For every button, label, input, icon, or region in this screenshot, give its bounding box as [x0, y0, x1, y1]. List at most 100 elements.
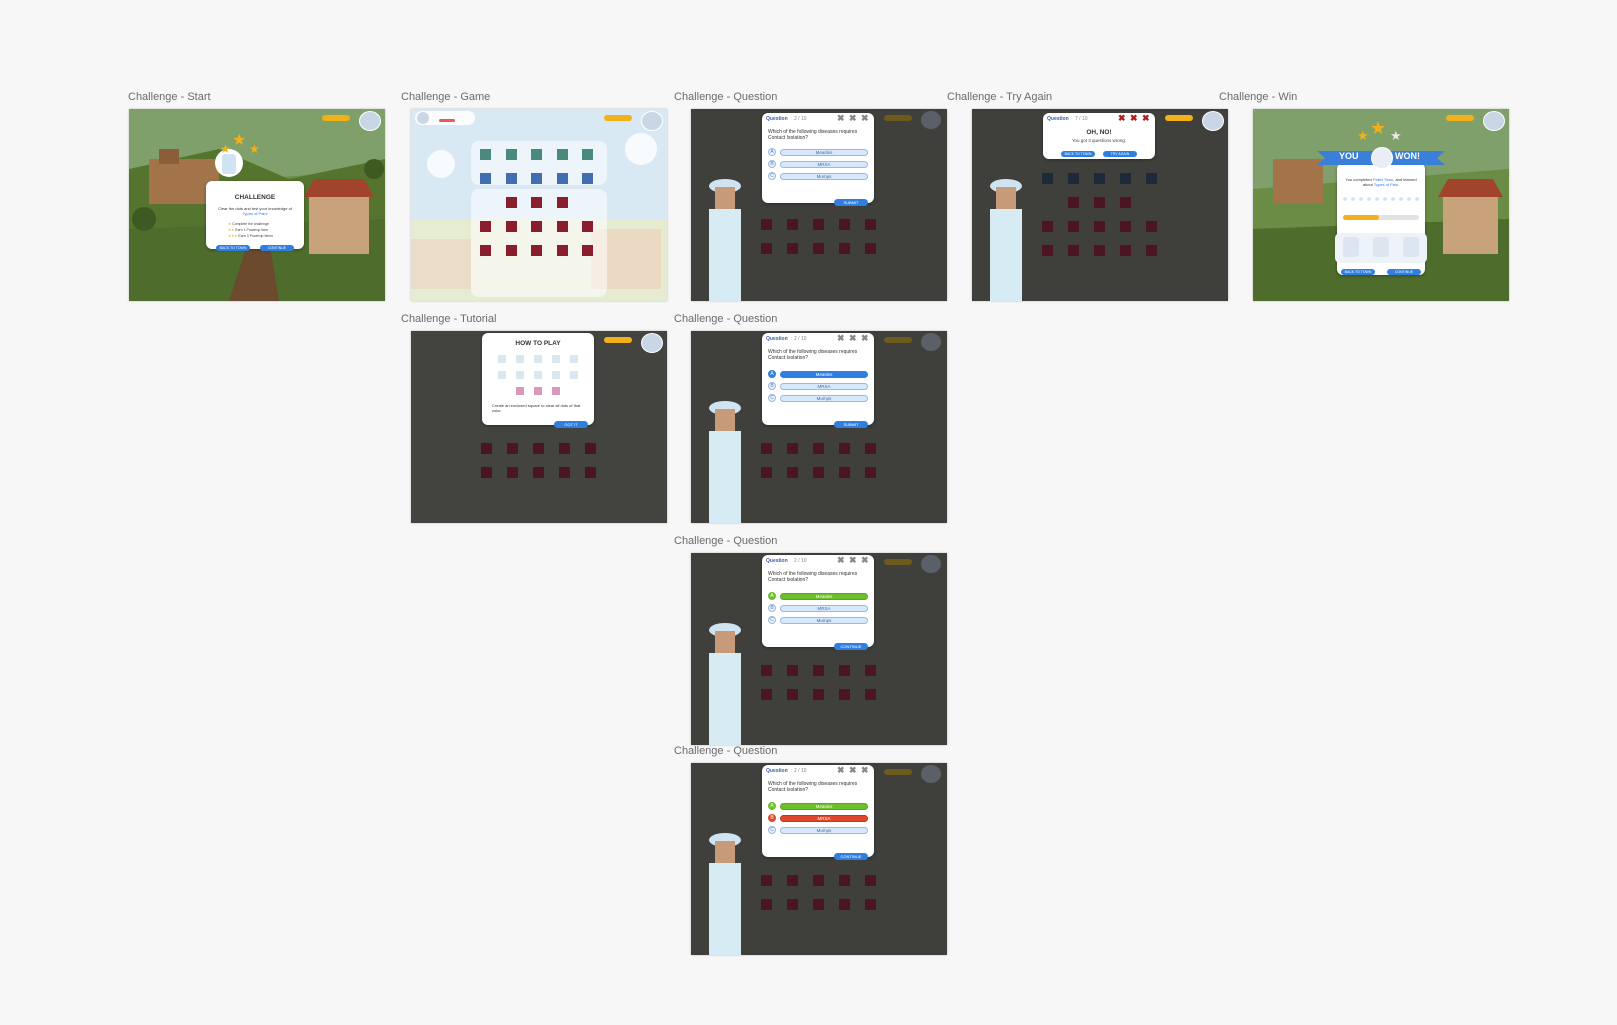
avatar	[641, 333, 663, 353]
strike-icon: ✖	[1118, 113, 1126, 123]
reward-item[interactable]	[1343, 237, 1359, 257]
submit-button[interactable]: SUBMIT	[834, 421, 868, 428]
answer-option-a[interactable]: A Measles	[768, 148, 872, 156]
back-to-town-button[interactable]: BACK TO TOWN	[1061, 151, 1095, 157]
you-won-banner: YOU WON!	[1317, 147, 1445, 169]
star-icon: ★	[1357, 128, 1369, 143]
frame-question-1[interactable]: Question 2 / 10 ✖ ✖ ✖ Which of the follo…	[691, 109, 947, 301]
frame-question-2[interactable]: Question 2 / 10 ✖ ✖ ✖ Which of the follo…	[691, 331, 947, 523]
badge-icon	[1371, 147, 1393, 169]
artboard-label-try-again: Challenge - Try Again	[947, 91, 1053, 103]
artboard-label-start: Challenge - Start	[128, 91, 211, 103]
avatar	[1483, 111, 1505, 131]
strike-icon: ✖	[837, 113, 845, 123]
card-text: You got 3 questions wrong.	[1071, 138, 1127, 143]
answer-option-b[interactable]: B MRSA	[768, 814, 872, 822]
card-title: HOW TO PLAY	[515, 340, 561, 347]
got-it-button[interactable]: GOT IT	[554, 421, 588, 428]
artboard-label-win: Challenge - Win	[1219, 91, 1298, 103]
artboard-label-question-1: Challenge - Question	[674, 91, 778, 103]
hud-progress-bar	[884, 115, 912, 121]
hud-progress-bar	[884, 769, 912, 775]
artboard-label-tutorial: Challenge - Tutorial	[401, 313, 497, 325]
strike-icon: ✖	[849, 765, 857, 775]
answer-option-c[interactable]: C Mumps	[768, 616, 872, 624]
frame-try-again[interactable]: Question 7 / 10 ✖ ✖ ✖ OH, NO! You got 3 …	[972, 109, 1228, 301]
hud-progress-bar	[1165, 115, 1193, 121]
answer-option-b[interactable]: B MRSA	[768, 160, 872, 168]
strike-icon: ✖	[861, 765, 869, 775]
question-count: 2 / 10	[794, 336, 807, 342]
question-label: Question	[766, 336, 788, 342]
continue-button[interactable]: CONTINUE	[834, 853, 868, 860]
reward-item[interactable]	[1373, 237, 1389, 257]
avatar[interactable]	[359, 111, 381, 131]
gem-grid[interactable]	[411, 109, 667, 301]
question-text: Which of the following diseases requires…	[768, 129, 858, 141]
tutorial-card: HOW TO PLAY Create an enclosed square to…	[482, 333, 594, 428]
answer-option-b[interactable]: B MRSA	[768, 604, 872, 612]
answer-option-b[interactable]: B MRSA	[768, 382, 872, 390]
answer-option-a[interactable]: A Measles	[768, 592, 872, 600]
frame-game[interactable]	[411, 109, 667, 301]
hud-progress-bar	[322, 115, 350, 121]
tutorial-text: Create an enclosed square to clear all d…	[492, 403, 581, 413]
frame-tutorial[interactable]: HOW TO PLAY Create an enclosed square to…	[411, 331, 667, 523]
artboard-label-question-4: Challenge - Question	[674, 745, 778, 757]
continue-button[interactable]: CONTINUE	[1387, 269, 1421, 275]
strike-icon: ✖	[1130, 113, 1138, 123]
avatar	[921, 765, 941, 783]
artboard-label-question-2: Challenge - Question	[674, 313, 778, 325]
strike-icon: ✖	[849, 555, 857, 565]
question-count: 2 / 10	[794, 558, 807, 564]
nurse-character	[699, 401, 751, 523]
card-title: CHALLENGE	[234, 194, 276, 201]
strike-icon: ✖	[837, 765, 845, 775]
answer-option-c[interactable]: C Mumps	[768, 394, 872, 402]
submit-button[interactable]: SUBMIT	[834, 199, 868, 206]
hud-progress-bar	[604, 337, 632, 343]
strike-icon: ✖	[837, 555, 845, 565]
back-to-town-button[interactable]: BACK TO TOWN	[1341, 269, 1375, 275]
strike-icon: ✖	[1142, 113, 1150, 123]
banner-word-you: YOU	[1339, 151, 1359, 161]
back-to-town-button[interactable]: BACK TO TOWN	[216, 245, 250, 251]
frame-question-4[interactable]: Question 2 / 10 ✖ ✖ ✖ Which of the follo…	[691, 763, 947, 955]
reward-panel	[1335, 233, 1427, 263]
frame-win[interactable]: You completed Pallet Town, and learned a…	[1253, 109, 1509, 301]
answer-option-c[interactable]: C Mumps	[768, 826, 872, 834]
star-icon: ★	[232, 132, 247, 149]
nurse-character	[699, 833, 751, 955]
try-again-button[interactable]: TRY AGAIN	[1103, 151, 1137, 157]
frame-question-3[interactable]: Question 2 / 10 ✖ ✖ ✖ Which of the follo…	[691, 553, 947, 745]
answer-option-a[interactable]: A Measles	[768, 370, 872, 378]
question-card: Question 2 / 10 ✖ ✖ ✖ Which of the follo…	[762, 555, 874, 650]
continue-button[interactable]: CONTINUE	[834, 643, 868, 650]
question-count: 7 / 10	[1075, 116, 1088, 122]
nurse-character	[699, 623, 751, 745]
rule-list: ★ Complete the challenge ★★ Earn 1 Power…	[228, 221, 273, 239]
continue-button[interactable]: CONTINUE	[260, 245, 294, 251]
card-description: Clear the dots and test your knowledge o…	[218, 206, 292, 216]
frame-start[interactable]: ★ ★ ★ CHALLENGE Clear the dots and test …	[129, 109, 385, 301]
question-card: Question 2 / 10 ✖ ✖ ✖ Which of the follo…	[762, 333, 874, 428]
answer-option-a[interactable]: A Measles	[768, 802, 872, 810]
answer-option-c[interactable]: C Mumps	[768, 172, 872, 180]
question-text: Which of the following diseases requires…	[768, 781, 858, 793]
reward-item[interactable]	[1403, 237, 1419, 257]
strike-icon: ✖	[837, 333, 845, 343]
nurse-character	[980, 179, 1032, 301]
hud-progress-bar	[884, 559, 912, 565]
hud-progress-bar	[884, 337, 912, 343]
challenge-card: CHALLENGE Clear the dots and test your k…	[206, 181, 304, 251]
hud-progress-bar	[1446, 115, 1474, 121]
question-label: Question	[766, 116, 788, 122]
question-card: Question 2 / 10 ✖ ✖ ✖ Which of the follo…	[762, 765, 874, 860]
question-count: 2 / 10	[794, 768, 807, 774]
strike-icon: ✖	[861, 333, 869, 343]
question-card: Question 2 / 10 ✖ ✖ ✖ Which of the follo…	[762, 113, 874, 206]
strike-icon: ✖	[861, 113, 869, 123]
avatar	[921, 333, 941, 351]
star-icon: ★	[249, 142, 260, 156]
star-icon: ★	[220, 142, 231, 156]
